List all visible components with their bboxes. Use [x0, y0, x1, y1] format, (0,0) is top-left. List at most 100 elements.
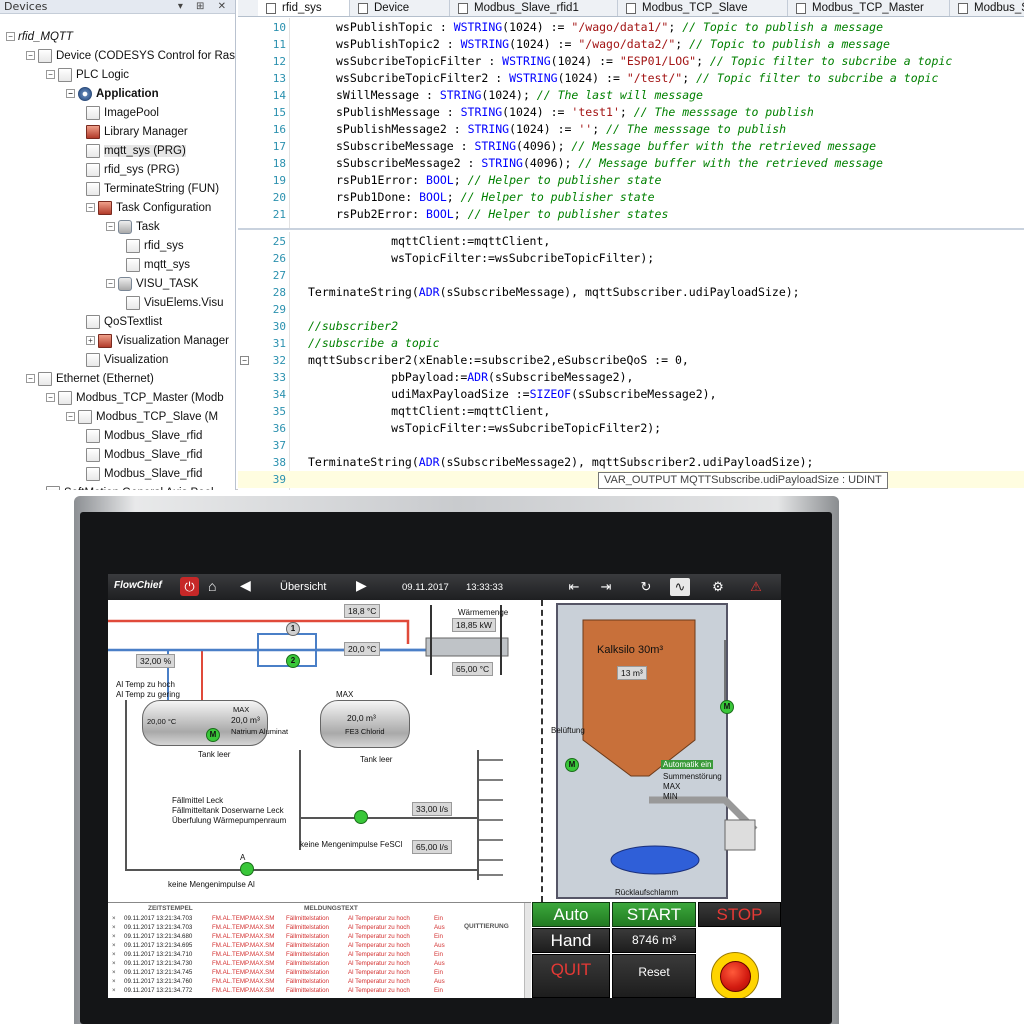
tree-item-device-codesys-control-for-raspb[interactable]: − Device (CODESYS Control for Raspb [26, 47, 235, 66]
pane-controls-icon[interactable]: ▾ ⊞ ✕ [178, 0, 231, 14]
tree-item-modbus-slave-rfid[interactable]: Modbus_Slave_rfid [86, 427, 202, 446]
hand-button[interactable]: Hand [532, 928, 610, 953]
code-line[interactable]: 18 sSubscribeMessage2 : STRING(4096); // … [238, 155, 1024, 172]
alarm-warning-icon[interactable]: ⚠ [746, 578, 766, 596]
next-page-icon[interactable]: ▶ [356, 577, 367, 594]
code-line[interactable]: 34 udiMaxPayloadSize :=SIZEOF(sSubscribe… [238, 386, 1024, 403]
alarm-row[interactable]: × 09.11.2017 13:21:34.695 FM.AL.TEMP.MAX.S… [108, 942, 531, 950]
tree-item-modbus-slave-rfid[interactable]: Modbus_Slave_rfid [86, 465, 202, 484]
auto-button[interactable]: Auto [532, 902, 610, 927]
estop-mushroom[interactable] [720, 961, 751, 992]
code-line[interactable]: 10 wsPublishTopic : WSTRING(1024) := "/wa… [238, 19, 1024, 36]
code-line[interactable]: 17 sSubscribeMessage : STRING(4096); // M… [238, 138, 1024, 155]
dosing-pump-al[interactable] [240, 862, 254, 876]
tree-item-modbus-tcp-master-modb[interactable]: − Modbus_TCP_Master (Modb [46, 389, 224, 408]
pump-2[interactable]: 2 [286, 654, 300, 668]
code-line[interactable]: 37 [238, 437, 1024, 454]
alarm-row[interactable]: × 09.11.2017 13:21:34.703 FM.AL.TEMP.MAX.S… [108, 924, 531, 932]
collapse-icon[interactable]: − [26, 51, 35, 61]
settings-icon[interactable]: ⚙ [708, 578, 728, 596]
history-icon[interactable]: ↻ [636, 578, 656, 596]
code-line[interactable]: 28 TerminateString(ADR(sSubscribeMessage)… [238, 284, 1024, 301]
collapse-icon[interactable]: − [66, 412, 75, 422]
tree-item-rfid-mqtt[interactable]: − rfid_MQTT [6, 28, 73, 47]
home-icon[interactable]: ⌂ [208, 578, 216, 594]
code-line[interactable]: 16 sPublishMessage2 : STRING(1024) := '';… [238, 121, 1024, 138]
collapse-icon[interactable]: − [46, 393, 55, 403]
tree-item-visualization[interactable]: Visualization [86, 351, 168, 370]
reset-button[interactable]: Reset [612, 954, 696, 998]
code-line[interactable]: 32 mqttSubscriber2(xEnable:=subscribe2,eS… [238, 352, 1024, 369]
collapse-icon[interactable]: − [106, 222, 115, 232]
alarm-row[interactable]: × 09.11.2017 13:21:34.703 FM.AL.TEMP.MAX.S… [108, 915, 531, 923]
alarm-row[interactable]: × 09.11.2017 13:21:34.745 FM.AL.TEMP.MAX.S… [108, 969, 531, 977]
alarm-row[interactable]: × 09.11.2017 13:21:34.680 FM.AL.TEMP.MAX.S… [108, 933, 531, 941]
collapse-icon[interactable]: − [106, 279, 115, 289]
tree-item-mqtt-sys-prg[interactable]: mqtt_sys (PRG) [86, 142, 186, 161]
tree-item-qostextlist[interactable]: QoSTextlist [86, 313, 162, 332]
collapse-icon[interactable]: − [66, 89, 75, 99]
expand-icon[interactable]: + [86, 336, 95, 346]
alarm-row[interactable]: × 09.11.2017 13:21:34.772 FM.AL.TEMP.MAX.S… [108, 987, 531, 995]
tree-item-task-configuration[interactable]: − Task Configuration [86, 199, 211, 218]
code-line[interactable]: 12 wsSubcribeTopicFilter : WSTRING(1024) … [238, 53, 1024, 70]
prev-page-icon[interactable]: ◀ [240, 577, 251, 594]
code-line[interactable]: 35 mqttClient:=mqttClient, [238, 403, 1024, 420]
tank-natrium-aluminat[interactable]: 20,00 °C MAX 20,0 m³ Natrium Aluminat [142, 700, 288, 746]
code-line[interactable]: 13 wsSubcribeTopicFilter2 : WSTRING(1024)… [238, 70, 1024, 87]
tab-modbus-slave-rfid1[interactable]: Modbus_Slave_rfid1 [450, 0, 618, 16]
alarm-row[interactable]: × 09.11.2017 13:21:34.710 FM.AL.TEMP.MAX.S… [108, 951, 531, 959]
tree-item-library-manager[interactable]: Library Manager [86, 123, 188, 142]
start-button[interactable]: START [612, 902, 696, 927]
power-icon[interactable]: ⏻ [180, 577, 199, 596]
code-line[interactable]: 20 rsPub1Done: BOOL; // Helper to publish… [238, 189, 1024, 206]
declaration-pane[interactable]: 10 wsPublishTopic : WSTRING(1024) := "/wa… [238, 18, 1024, 230]
trend-icon[interactable]: ∿ [670, 578, 690, 596]
collapse-icon[interactable]: − [6, 32, 15, 42]
collapse-icon[interactable]: − [46, 70, 55, 80]
code-line[interactable]: 33 pbPayload:=ADR(sSubscribeMessage2), [238, 369, 1024, 386]
tree-item-visualization-manager[interactable]: + Visualization Manager [86, 332, 229, 351]
login-icon[interactable]: ⇥ [596, 578, 616, 596]
code-line[interactable]: 30 //subscriber2 [238, 318, 1024, 335]
alarm-row[interactable]: × 09.11.2017 13:21:34.730 FM.AL.TEMP.MAX.S… [108, 960, 531, 968]
code-line[interactable]: 11 wsPublishTopic2 : WSTRING(1024) := "/w… [238, 36, 1024, 53]
tree-item-application[interactable]: − Application [66, 85, 159, 104]
tab-rfid-sys[interactable]: rfid_sys [258, 0, 350, 16]
tank-fe3-chlorid[interactable]: 20,0 m³ FE3 Chlorid [320, 700, 410, 748]
code-line[interactable]: 26 wsTopicFilter:=wsSubcribeTopicFilter)… [238, 250, 1024, 267]
tree-item-mqtt-sys[interactable]: mqtt_sys [126, 256, 190, 275]
tree-item-visuelems-visu[interactable]: VisuElems.Visu [126, 294, 223, 313]
tab-device[interactable]: Device [350, 0, 450, 16]
code-line[interactable]: 25 mqttClient:=mqttClient, [238, 233, 1024, 250]
collapse-icon[interactable]: − [26, 374, 35, 384]
tree-item-modbus-tcp-slave-m[interactable]: − Modbus_TCP_Slave (M [66, 408, 218, 427]
code-line[interactable]: 19 rsPub1Error: BOOL; // Helper to publis… [238, 172, 1024, 189]
tree-item-rfid-sys[interactable]: rfid_sys [126, 237, 184, 256]
dosing-pump-fe[interactable] [354, 810, 368, 824]
emergency-stop-button[interactable] [711, 952, 759, 998]
pump-1[interactable]: 1 [286, 622, 300, 636]
tab-modbus-tcp-master[interactable]: Modbus_TCP_Master [788, 0, 950, 16]
code-line[interactable]: 15 sPublishMessage : STRING(1024) := 'tes… [238, 104, 1024, 121]
stop-button[interactable]: STOP [698, 902, 781, 927]
code-line[interactable]: 31 //subscribe a topic [238, 335, 1024, 352]
tree-item-task[interactable]: − Task [106, 218, 160, 237]
code-line[interactable]: 36 wsTopicFilter:=wsSubcribeTopicFilter2… [238, 420, 1024, 437]
tree-item-modbus-slave-rfid[interactable]: Modbus_Slave_rfid [86, 446, 202, 465]
tab-modbus-tcp-slave[interactable]: Modbus_TCP_Slave [618, 0, 788, 16]
tree-item-rfid-sys-prg[interactable]: rfid_sys (PRG) [86, 161, 179, 180]
code-line[interactable]: 29 [238, 301, 1024, 318]
collapse-icon[interactable]: − [86, 203, 95, 213]
alarm-scrollbar[interactable] [524, 903, 531, 998]
fold-collapse-icon[interactable]: − [240, 356, 249, 365]
code-line[interactable]: 14 sWillMessage : STRING(1024); // The la… [238, 87, 1024, 104]
tree-item-terminatestring-fun[interactable]: TerminateString (FUN) [86, 180, 219, 199]
tab-modbus-s[interactable]: Modbus_S [950, 0, 1024, 16]
code-line[interactable]: 27 [238, 267, 1024, 284]
silo-blower-motor[interactable]: M [565, 758, 579, 772]
tree-item-imagepool[interactable]: ImagePool [86, 104, 159, 123]
code-line[interactable]: 21 rsPub2Error: BOOL; // Helper to publis… [238, 206, 1024, 223]
tree-item-plc-logic[interactable]: − PLC Logic [46, 66, 129, 85]
logout-icon[interactable]: ⇤ [564, 578, 584, 596]
